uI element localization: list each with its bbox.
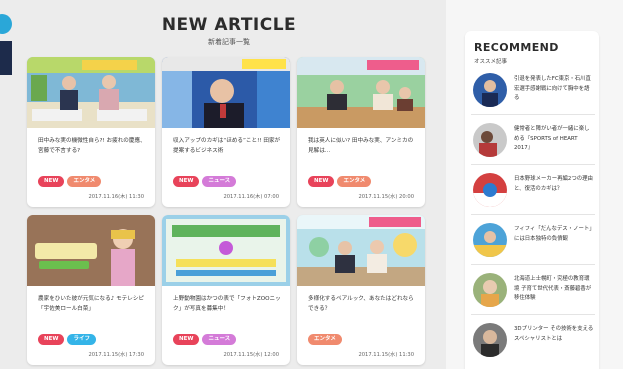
tag-new[interactable]: NEW bbox=[173, 334, 200, 345]
article-card[interactable]: 収入アップのカギは“ほめる”こと!! 田家が提案するビジネス術 NEW ニュース… bbox=[162, 57, 290, 207]
article-date: 2017.11.15(水) 11:30 bbox=[358, 352, 414, 358]
article-title[interactable]: 田中みな実の機微性自ら?! お疲れの慶應、宮藤で不言する? bbox=[38, 136, 146, 156]
section-subtitle: 新着記事一覧 bbox=[208, 38, 250, 46]
article-tags: NEW エンタメ bbox=[308, 176, 372, 187]
recommend-item[interactable]: 日本野球メーカー再編2つの理由と、復活のカギは？ bbox=[471, 167, 595, 215]
recommend-avatar[interactable] bbox=[473, 323, 507, 357]
article-date: 2017.11.15(水) 17:30 bbox=[88, 352, 144, 358]
article-title[interactable]: 上野動物園はかつの表で「フォトZOOニック」が写真を募集中！ bbox=[173, 294, 281, 314]
recommend-avatar[interactable] bbox=[473, 173, 507, 207]
article-title[interactable]: 多様化するペアルック、あなたはどれならできる？ bbox=[308, 294, 416, 314]
article-thumbnail[interactable] bbox=[27, 215, 155, 286]
article-thumbnail[interactable] bbox=[27, 57, 155, 128]
article-date: 2017.11.16(木) 11:30 bbox=[88, 194, 144, 200]
article-thumbnail[interactable] bbox=[297, 57, 425, 128]
article-tags: NEW ニュース bbox=[173, 176, 237, 187]
article-card[interactable]: 多様化するペアルック、あなたはどれならできる？ エンタメ 2017.11.15(… bbox=[297, 215, 425, 365]
tag-entertainment[interactable]: エンタメ bbox=[308, 334, 342, 345]
recommend-item-text[interactable]: フィフィ「だんなデス・ノート」には日本独特の負債観 bbox=[514, 225, 594, 244]
recommend-item[interactable]: フィフィ「だんなデス・ノート」には日本独特の負債観 bbox=[471, 217, 595, 265]
article-card[interactable]: 上野動物園はかつの表で「フォトZOOニック」が写真を募集中！ NEW ニュース … bbox=[162, 215, 290, 365]
recommend-avatar[interactable] bbox=[473, 73, 507, 107]
article-thumbnail[interactable] bbox=[162, 215, 290, 286]
article-tags: エンタメ bbox=[308, 334, 342, 345]
tag-entertainment[interactable]: エンタメ bbox=[67, 176, 102, 187]
article-title[interactable]: 収入アップのカギは“ほめる”こと!! 田家が提案するビジネス術 bbox=[173, 136, 281, 156]
article-title[interactable]: 農家をひいた彼が元気になる♪ モテレシピ「宇佐美ロール白菜」 bbox=[38, 294, 146, 314]
article-date: 2017.11.15(水) 12:00 bbox=[223, 352, 279, 358]
recommend-subtitle: オススメ記事 bbox=[474, 59, 508, 65]
recommend-item-text[interactable]: 3Dプリンター その技術を支えるスペシャリストとは bbox=[514, 325, 594, 344]
article-tags: NEW ニュース bbox=[173, 334, 237, 345]
article-tags: NEW エンタメ bbox=[38, 176, 102, 187]
tag-news[interactable]: ニュース bbox=[202, 334, 237, 345]
edge-nav-tab[interactable] bbox=[0, 41, 12, 75]
recommend-item-text[interactable]: 北海道上士幌町・究極の教育環境 子育て世代代表・斎藤碧香が移住体験 bbox=[514, 275, 594, 304]
tag-life[interactable]: ライフ bbox=[67, 334, 96, 345]
recommend-box: RECOMMEND オススメ記事 引退を発表したFC東京・石川直宏選手感謝戦に向… bbox=[465, 31, 599, 369]
tag-news[interactable]: ニュース bbox=[202, 176, 237, 187]
article-card[interactable]: 農家をひいた彼が元気になる♪ モテレシピ「宇佐美ロール白菜」 NEW ライフ 2… bbox=[27, 215, 155, 365]
new-article-section: NEW ARTICLE 新着記事一覧 田中みな実の機微性自ら?! お疲れの慶應、… bbox=[20, 0, 438, 369]
tag-entertainment[interactable]: エンタメ bbox=[337, 176, 372, 187]
recommend-item[interactable]: 健常者と障がい者が一緒に楽しめる『SPORTS of HEART 2017』 bbox=[471, 117, 595, 165]
edge-circle-icon[interactable] bbox=[0, 14, 12, 34]
tag-new[interactable]: NEW bbox=[38, 334, 65, 345]
recommend-item-text[interactable]: 日本野球メーカー再編2つの理由と、復活のカギは？ bbox=[514, 175, 594, 194]
article-card[interactable]: 田中みな実の機微性自ら?! お疲れの慶應、宮藤で不言する? NEW エンタメ 2… bbox=[27, 57, 155, 207]
recommend-item[interactable]: 3Dプリンター その技術を支えるスペシャリストとは bbox=[471, 317, 595, 365]
article-thumbnail[interactable] bbox=[162, 57, 290, 128]
recommend-title: RECOMMEND bbox=[474, 41, 559, 54]
section-title: NEW ARTICLE bbox=[161, 15, 297, 35]
recommend-item-text[interactable]: 引退を発表したFC東京・石川直宏選手感謝戦に向けて胸中を語る bbox=[514, 75, 594, 104]
article-title[interactable]: 我は英人に似い? 田中みな実、アンミカの見解は… bbox=[308, 136, 416, 156]
article-thumbnail[interactable] bbox=[297, 215, 425, 286]
article-tags: NEW ライフ bbox=[38, 334, 96, 345]
article-date: 2017.11.16(木) 07:00 bbox=[223, 194, 279, 200]
recommend-avatar[interactable] bbox=[473, 123, 507, 157]
recommend-avatar[interactable] bbox=[473, 223, 507, 257]
article-date: 2017.11.15(水) 20:00 bbox=[358, 194, 414, 200]
recommend-item[interactable]: 引退を発表したFC東京・石川直宏選手感謝戦に向けて胸中を語る bbox=[471, 67, 595, 115]
recommend-avatar[interactable] bbox=[473, 273, 507, 307]
tag-new[interactable]: NEW bbox=[308, 176, 335, 187]
tag-new[interactable]: NEW bbox=[38, 176, 65, 187]
recommend-item[interactable]: 北海道上士幌町・究極の教育環境 子育て世代代表・斎藤碧香が移住体験 bbox=[471, 267, 595, 315]
recommend-item-text[interactable]: 健常者と障がい者が一緒に楽しめる『SPORTS of HEART 2017』 bbox=[514, 125, 594, 154]
tag-new[interactable]: NEW bbox=[173, 176, 200, 187]
article-card[interactable]: 我は英人に似い? 田中みな実、アンミカの見解は… NEW エンタメ 2017.1… bbox=[297, 57, 425, 207]
